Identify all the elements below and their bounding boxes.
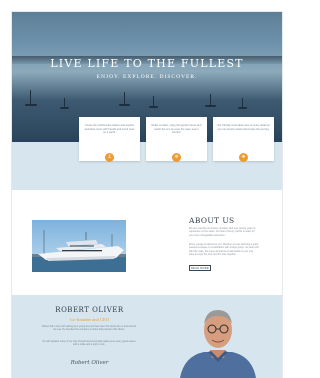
sailboat (210, 94, 211, 105)
sailboat-hull (60, 107, 69, 109)
sailboat-hull (238, 107, 247, 109)
page: LIVE LIFE TO THE FULLEST ENJOY. EXPLORE.… (12, 12, 282, 378)
profile-name: ROBERT OLIVER (55, 306, 124, 314)
compass-icon[interactable]: ✵ (172, 153, 181, 162)
signature: Robert Oliver (70, 360, 109, 366)
sailboat-hull (25, 104, 37, 106)
profile-paragraph: He still captains many of our trips hims… (42, 340, 136, 347)
profile-role: Co-founder and CEO (69, 317, 110, 322)
sailboat-hull (119, 104, 130, 106)
sailboat (124, 92, 125, 104)
anchor-icon[interactable]: ⚓ (105, 153, 114, 162)
feature-text: Relax on deck, enjoy the gentle breeze a… (151, 124, 202, 135)
sailboat (64, 98, 65, 107)
sailboat-hull (205, 105, 216, 107)
sailboat (30, 90, 31, 104)
sailboat (153, 96, 154, 106)
sailboat (242, 98, 243, 107)
about-paragraph: Every voyage is tailored to you. Whether… (189, 243, 259, 257)
about-title: ABOUT US (189, 216, 235, 225)
portrait-photo (180, 310, 256, 378)
feature-text: Our friendly crew takes care of every de… (217, 124, 270, 131)
yacht-illustration (32, 230, 126, 272)
read-more-button[interactable]: READ MORE (189, 265, 211, 271)
feature-text: Cruise the pristine blue waters and expl… (84, 124, 135, 135)
about-paragraph: We are a family-run charter company with… (189, 227, 256, 237)
sailboat-hull (149, 106, 158, 108)
hero-title: LIVE LIFE TO THE FULLEST (50, 57, 244, 70)
yacht-photo (32, 220, 126, 272)
hero-subtitle: ENJOY. EXPLORE. DISCOVER. (96, 74, 198, 80)
profile-paragraph: Robert fell in love with sailing as a yo… (42, 325, 136, 332)
wheel-icon[interactable]: ⎈ (239, 153, 248, 162)
